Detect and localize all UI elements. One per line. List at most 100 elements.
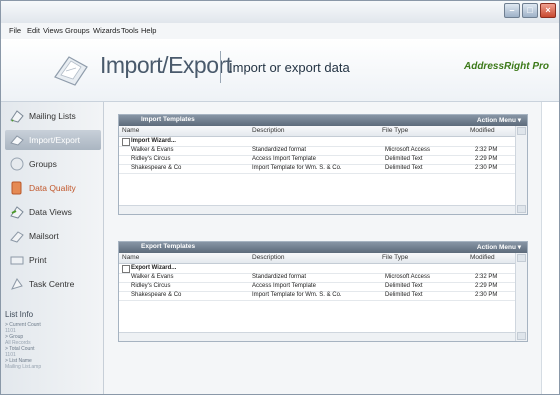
sidebar-item-groups[interactable]: Groups: [5, 154, 101, 174]
row-file-type: Delimited Text: [385, 283, 423, 289]
row-file-type: Delimited Text: [385, 165, 423, 171]
panel-header: Import Templates Action Menu ▾: [119, 115, 527, 126]
window-controls: – □ ×: [504, 3, 556, 18]
sidebar-item-data-quality[interactable]: Data Quality: [5, 178, 101, 198]
row-modified: 2:32 PM: [475, 147, 498, 153]
sidebar-item-label: Data Views: [29, 207, 72, 217]
row-description: Access Import Template: [252, 156, 316, 162]
row-file-type: Microsoft Access: [385, 274, 431, 280]
sidebar-item-task-centre[interactable]: Task Centre: [5, 274, 101, 294]
column-header-file-type[interactable]: File Type: [382, 254, 408, 261]
right-edge-strip: [541, 102, 559, 394]
action-menu-button[interactable]: Action Menu ▾: [477, 116, 521, 124]
scroll-up-arrow[interactable]: [517, 127, 526, 135]
wizard-icon: [122, 265, 130, 273]
vertical-scrollbar[interactable]: [515, 253, 527, 341]
row-name: Walker & Evans: [131, 147, 174, 153]
row-description: Import Template for Wm. S. & Co.: [252, 165, 342, 171]
menu-help[interactable]: Help: [141, 26, 156, 35]
sidebar-item-label: Import/Export: [29, 135, 81, 145]
menu-views[interactable]: Views: [43, 26, 63, 35]
page-title: Import/Export: [100, 52, 232, 78]
action-menu-button[interactable]: Action Menu ▾: [477, 243, 521, 251]
row-modified: 2:32 PM: [475, 274, 498, 280]
row-modified: 2:30 PM: [475, 292, 498, 298]
import-templates-panel: Import Templates Action Menu ▾ Name Desc…: [118, 114, 528, 215]
horizontal-scrollbar[interactable]: [119, 332, 515, 341]
list-info: List Info > Current Count 1101 > Group A…: [5, 310, 41, 370]
list-info-value: Mailing List.amp: [5, 364, 42, 370]
table-row[interactable]: Shakespeare & Co Import Template for Wm.…: [119, 291, 515, 301]
header-divider: [220, 51, 221, 83]
sidebar-item-print[interactable]: Print: [5, 250, 101, 270]
document-icon: [54, 56, 88, 86]
column-header-description[interactable]: Description: [252, 254, 285, 261]
row-name: Shakespeare & Co: [131, 165, 182, 171]
row-name: Ridley's Circus: [131, 156, 171, 162]
row-description: Access Import Template: [252, 283, 316, 289]
mailing-lists-icon: [10, 110, 24, 123]
row-name: Ridley's Circus: [131, 283, 171, 289]
column-header-name[interactable]: Name: [122, 254, 139, 261]
sidebar-item-label: Groups: [29, 159, 57, 169]
table-row[interactable]: Shakespeare & Co Import Template for Wm.…: [119, 164, 515, 174]
column-header-modified[interactable]: Modified: [470, 254, 495, 261]
maximize-button[interactable]: □: [522, 3, 538, 18]
data-quality-icon: [11, 181, 22, 195]
sidebar-item-label: Data Quality: [29, 183, 76, 193]
data-views-icon: [10, 206, 24, 219]
row-modified: 2:30 PM: [475, 165, 498, 171]
sidebar-item-mailsort[interactable]: Mailsort: [5, 226, 101, 246]
sidebar-item-label: Print: [29, 255, 47, 265]
minimize-button[interactable]: –: [504, 3, 520, 18]
menu-wizards[interactable]: Wizards: [93, 26, 120, 35]
panel-header: Export Templates Action Menu ▾: [119, 242, 527, 253]
row-description: Import Template for Wm. S. & Co.: [252, 292, 342, 298]
sidebar: Mailing Lists Import/Export Groups Data …: [1, 102, 104, 394]
import-export-icon: [10, 135, 24, 146]
menu-edit[interactable]: Edit: [27, 26, 40, 35]
scroll-up-arrow[interactable]: [517, 254, 526, 262]
row-name: Shakespeare & Co: [131, 292, 182, 298]
menu-tools[interactable]: Tools: [121, 26, 139, 35]
column-header-modified[interactable]: Modified: [470, 127, 495, 134]
row-file-type: Microsoft Access: [385, 147, 431, 153]
menu-groups[interactable]: Groups: [65, 26, 90, 35]
column-header-name[interactable]: Name: [122, 127, 139, 134]
scroll-down-arrow[interactable]: [517, 205, 526, 213]
page-subtitle: Import or export data: [229, 60, 350, 75]
column-header-description[interactable]: Description: [252, 127, 285, 134]
list-info-heading: List Info: [5, 310, 34, 319]
sidebar-item-import-export[interactable]: Import/Export: [5, 130, 101, 150]
task-centre-icon: [11, 278, 23, 290]
print-icon: [10, 256, 24, 265]
app-window: – □ × File Edit Views Groups Wizards Too…: [0, 0, 560, 395]
row-name: Import Wizard...: [131, 138, 176, 144]
sidebar-item-label: Task Centre: [29, 279, 75, 289]
page-header: Import/Export Import or export data Addr…: [1, 39, 559, 102]
row-file-type: Delimited Text: [385, 292, 423, 298]
panel-title: Import Templates: [141, 116, 195, 123]
wizard-icon: [122, 138, 130, 146]
horizontal-scrollbar[interactable]: [119, 205, 515, 214]
table-header: Name Description File Type Modified: [119, 126, 515, 137]
table-header: Name Description File Type Modified: [119, 253, 515, 264]
scroll-down-arrow[interactable]: [517, 332, 526, 340]
row-name: Export Wizard...: [131, 265, 177, 271]
row-name: Walker & Evans: [131, 274, 174, 280]
title-bar: – □ ×: [1, 1, 559, 23]
export-templates-panel: Export Templates Action Menu ▾ Name Desc…: [118, 241, 528, 342]
panel-title: Export Templates: [141, 243, 196, 250]
row-description: Standardized format: [252, 274, 307, 280]
menu-bar: File Edit Views Groups Wizards Tools Hel…: [1, 23, 559, 39]
vertical-scrollbar[interactable]: [515, 126, 527, 214]
sidebar-item-mailing-lists[interactable]: Mailing Lists: [5, 106, 101, 126]
column-header-file-type[interactable]: File Type: [382, 127, 408, 134]
menu-file[interactable]: File: [9, 26, 21, 35]
close-button[interactable]: ×: [540, 3, 556, 18]
mailsort-icon: [10, 231, 24, 243]
sidebar-item-data-views[interactable]: Data Views: [5, 202, 101, 222]
sidebar-item-label: Mailsort: [29, 231, 59, 241]
brand-logo: AddressRight Pro: [463, 61, 549, 72]
row-modified: 2:29 PM: [475, 283, 498, 289]
